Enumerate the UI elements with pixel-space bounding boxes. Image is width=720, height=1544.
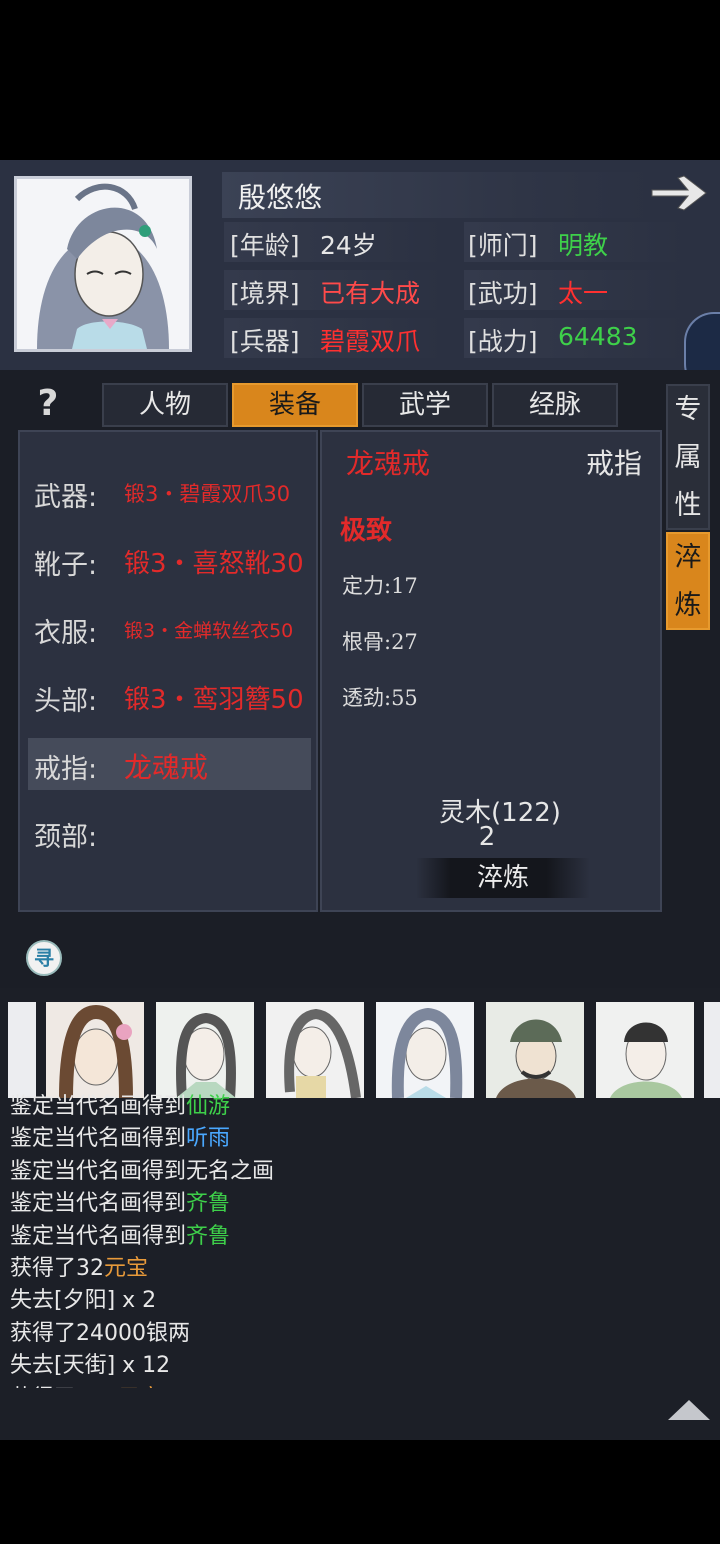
attr-value-power: 64483: [558, 322, 638, 351]
log-line: 获得了24000银两: [10, 1315, 190, 1347]
message-log-lines: 鉴定当代名画得到仙游 鉴定当代名画得到听雨 鉴定当代名画得到无名之画 鉴定当代名画得到…: [0, 1084, 720, 1388]
log-line: 失去[天街] x 12: [10, 1347, 170, 1379]
character-portrait: [14, 176, 192, 352]
refine-material-cost: 2: [478, 822, 496, 852]
log-text: 鉴定当代名画得到: [10, 1223, 187, 1249]
log-line: 鉴定当代名画得到无名之画: [10, 1153, 274, 1185]
next-character-arrow-icon[interactable]: [648, 170, 710, 216]
log-line: 鉴定当代名画得到仙游: [10, 1088, 230, 1120]
attr-label-power: [战力]: [468, 327, 538, 356]
slot-item-boots[interactable]: 锻3・喜怒靴30: [124, 543, 304, 580]
attr-label-weapon: [兵器]: [230, 327, 300, 356]
item-grade: 极致: [340, 516, 393, 546]
log-text: 仙游: [186, 1094, 231, 1119]
slot-item-head[interactable]: 锻3・鸾羽簪50: [124, 679, 304, 716]
help-button[interactable]: ?: [28, 384, 68, 424]
log-line: 获得了32元宝: [10, 1250, 148, 1282]
log-line: 鉴定当代名画得到齐鲁: [10, 1218, 230, 1250]
slot-label-weapon: 武器:: [34, 482, 98, 513]
log-text: 失去[天街] x 12: [10, 1353, 171, 1379]
log-text: 获得了24000银两: [10, 1320, 190, 1346]
log-line: 获得了200元宝: [10, 1380, 162, 1388]
log-text: 听雨: [186, 1126, 231, 1152]
side-tab-refine[interactable]: 淬 炼: [666, 532, 710, 630]
refine-button[interactable]: 淬炼: [416, 858, 590, 898]
tab-character[interactable]: 人物: [102, 383, 228, 427]
log-line: 失去[夕阳] x 2: [10, 1282, 156, 1314]
log-text: 元宝: [118, 1386, 162, 1388]
item-stat: 根骨:27: [342, 630, 418, 654]
slot-label-clothes: 衣服:: [34, 618, 98, 649]
scroll-up-icon[interactable]: [668, 1400, 710, 1420]
tab-martial-arts[interactable]: 武学: [362, 383, 488, 427]
attr-label-realm: [境界]: [230, 279, 300, 308]
log-text: 齐鲁: [186, 1223, 231, 1249]
slot-item-ring[interactable]: 龙魂戒: [124, 746, 208, 786]
side-tab-exclusive-attributes[interactable]: 专 属 性: [666, 384, 710, 530]
slot-item-weapon[interactable]: 锻3・碧霞双爪30: [124, 478, 290, 508]
attr-value-weapon: 碧霞双爪: [320, 327, 421, 356]
log-text: 获得了200: [10, 1386, 118, 1388]
character-name: 殷悠悠: [238, 181, 323, 214]
attr-value-skill: 太一: [558, 279, 609, 308]
log-text: 获得了32: [10, 1256, 104, 1281]
slot-label-head: 头部:: [34, 686, 98, 717]
log-text: 元宝: [104, 1256, 149, 1281]
attr-value-age: 24岁: [320, 231, 377, 260]
slot-label-neck: 颈部:: [34, 822, 98, 853]
log-text: 鉴定当代名画得到无名之画: [10, 1158, 275, 1184]
attr-label-sect: [师门]: [468, 231, 538, 260]
item-stat: 定力:17: [342, 574, 418, 598]
log-text: 齐鲁: [186, 1191, 231, 1217]
slot-label-ring: 戒指:: [34, 754, 98, 785]
slot-item-clothes[interactable]: 锻3・金蝉软丝衣50: [124, 616, 293, 643]
item-stat: 透劲:55: [342, 686, 418, 710]
log-text: 失去[夕阳] x 2: [10, 1288, 157, 1314]
log-text: 鉴定当代名画得到: [10, 1126, 187, 1152]
tab-meridians[interactable]: 经脉: [492, 383, 618, 427]
log-text: 鉴定当代名画得到: [10, 1191, 187, 1217]
item-name: 龙魂戒: [346, 447, 431, 480]
search-icon[interactable]: 寻: [26, 940, 62, 976]
slot-label-boots: 靴子:: [34, 550, 98, 581]
item-slot-type: 戒指: [586, 447, 643, 480]
attr-label-skill: [武功]: [468, 279, 538, 308]
log-line: 鉴定当代名画得到齐鲁: [10, 1185, 230, 1217]
attr-value-realm: 已有大成: [320, 279, 421, 308]
attr-label-age: [年龄]: [230, 231, 300, 260]
log-line: 鉴定当代名画得到听雨: [10, 1120, 230, 1152]
log-text: 鉴定当代名画得到: [10, 1094, 187, 1119]
attr-value-sect: 明教: [558, 231, 609, 260]
tab-equipment[interactable]: 装备: [232, 383, 358, 427]
search-row: [0, 932, 720, 988]
